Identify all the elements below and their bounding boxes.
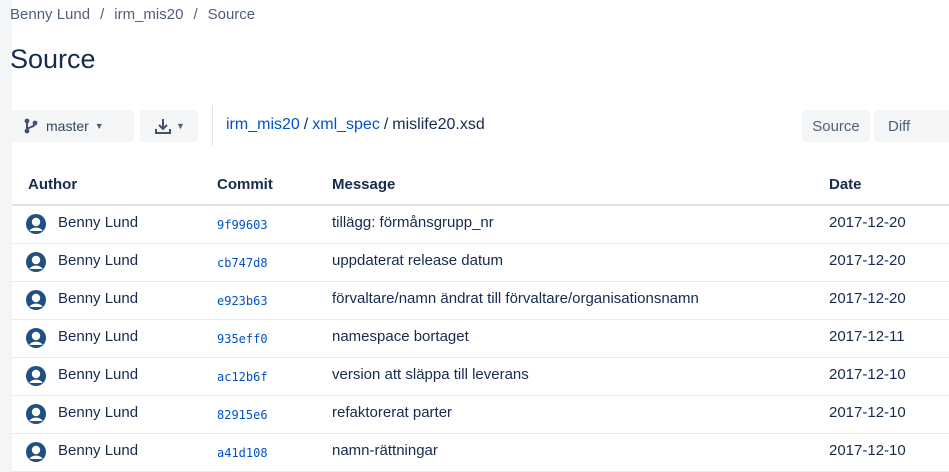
commit-hash-link[interactable]: 9f99603 (217, 218, 268, 232)
header-date: Date (829, 176, 862, 193)
header-author: Author (28, 176, 78, 193)
commit-date: 2017-12-10 (829, 442, 906, 459)
breadcrumb-separator: / (100, 6, 105, 23)
chevron-down-icon: ▼ (176, 121, 185, 131)
branch-selector-button[interactable]: master ▼ (12, 110, 134, 142)
user-avatar-icon (26, 214, 46, 234)
commit-message: förvaltare/namn ändrat till förvaltare/o… (332, 290, 699, 307)
table-row: Benny Lund cb747d8 uppdaterat release da… (12, 244, 949, 282)
path-separator: / (303, 116, 309, 133)
commit-author[interactable]: Benny Lund (58, 404, 138, 421)
file-path: irm_mis20/xml_spec / mislife20.xsd (226, 116, 485, 134)
commit-author[interactable]: Benny Lund (58, 290, 138, 307)
user-avatar-icon (26, 366, 46, 386)
chevron-down-icon: ▼ (94, 121, 104, 131)
commit-hash-link[interactable]: 935eff0 (217, 332, 268, 346)
path-repo-link[interactable]: irm_mis20 (226, 116, 300, 133)
user-avatar-icon (26, 252, 46, 272)
breadcrumb: Benny Lund / irm_mis20 / Source (10, 6, 255, 23)
commit-author[interactable]: Benny Lund (58, 214, 138, 231)
branch-name: master (46, 118, 89, 134)
download-icon (155, 119, 171, 134)
user-avatar-icon (26, 290, 46, 310)
breadcrumb-repo[interactable]: irm_mis20 (114, 6, 183, 23)
commit-hash-link[interactable]: ac12b6f (217, 370, 268, 384)
header-message: Message (332, 176, 396, 193)
commit-hash-link[interactable]: e923b63 (217, 294, 268, 308)
commit-date: 2017-12-20 (829, 252, 906, 269)
table-row: Benny Lund 9f99603 tillägg: förmånsgrupp… (12, 206, 949, 244)
commit-message: uppdaterat release datum (332, 252, 503, 269)
commit-date: 2017-12-20 (829, 214, 906, 231)
download-button[interactable]: ▼ (140, 110, 198, 142)
user-avatar-icon (26, 442, 46, 462)
commit-hash-link[interactable]: 82915e6 (217, 408, 268, 422)
diff-view-button[interactable]: Diff (874, 110, 949, 142)
source-view-button[interactable]: Source (802, 110, 870, 142)
commits-table-header: Author Commit Message Date (12, 170, 949, 206)
commit-message: version att släppa till leverans (332, 366, 529, 383)
table-row: Benny Lund 935eff0 namespace bortaget 20… (12, 320, 949, 358)
breadcrumb-separator: / (193, 6, 198, 23)
branch-icon (24, 118, 38, 134)
commit-author[interactable]: Benny Lund (58, 442, 138, 459)
commit-author[interactable]: Benny Lund (58, 366, 138, 383)
commit-author[interactable]: Benny Lund (58, 252, 138, 269)
source-toolbar: master ▼ ▼ irm_mis20/xml_spec / mislife20.… (12, 106, 949, 146)
path-separator: / (383, 116, 389, 133)
toolbar-divider (212, 106, 213, 146)
commit-message: namn-rättningar (332, 442, 438, 459)
commit-author[interactable]: Benny Lund (58, 328, 138, 345)
commit-date: 2017-12-10 (829, 366, 906, 383)
commit-message: namespace bortaget (332, 328, 469, 345)
table-row: Benny Lund ac12b6f version att släppa ti… (12, 358, 949, 396)
path-file: mislife20.xsd (392, 116, 485, 133)
path-folder-link[interactable]: xml_spec (312, 116, 380, 133)
commit-date: 2017-12-20 (829, 290, 906, 307)
table-row: Benny Lund a41d108 namn-rättningar 2017-… (12, 434, 949, 472)
commit-hash-link[interactable]: a41d108 (217, 446, 268, 460)
page-title: Source (10, 44, 96, 74)
user-avatar-icon (26, 328, 46, 348)
commit-date: 2017-12-10 (829, 404, 906, 421)
commit-date: 2017-12-11 (829, 328, 905, 345)
commit-hash-link[interactable]: cb747d8 (217, 256, 268, 270)
commit-message: tillägg: förmånsgrupp_nr (332, 214, 494, 231)
commit-message: refaktorerat parter (332, 404, 453, 421)
user-avatar-icon (26, 404, 46, 424)
table-row: Benny Lund 82915e6 refaktorerat parter 2… (12, 396, 949, 434)
breadcrumb-current[interactable]: Source (208, 6, 256, 23)
header-commit: Commit (217, 176, 273, 193)
breadcrumb-user[interactable]: Benny Lund (10, 6, 90, 23)
table-row: Benny Lund e923b63 förvaltare/namn ändra… (12, 282, 949, 320)
